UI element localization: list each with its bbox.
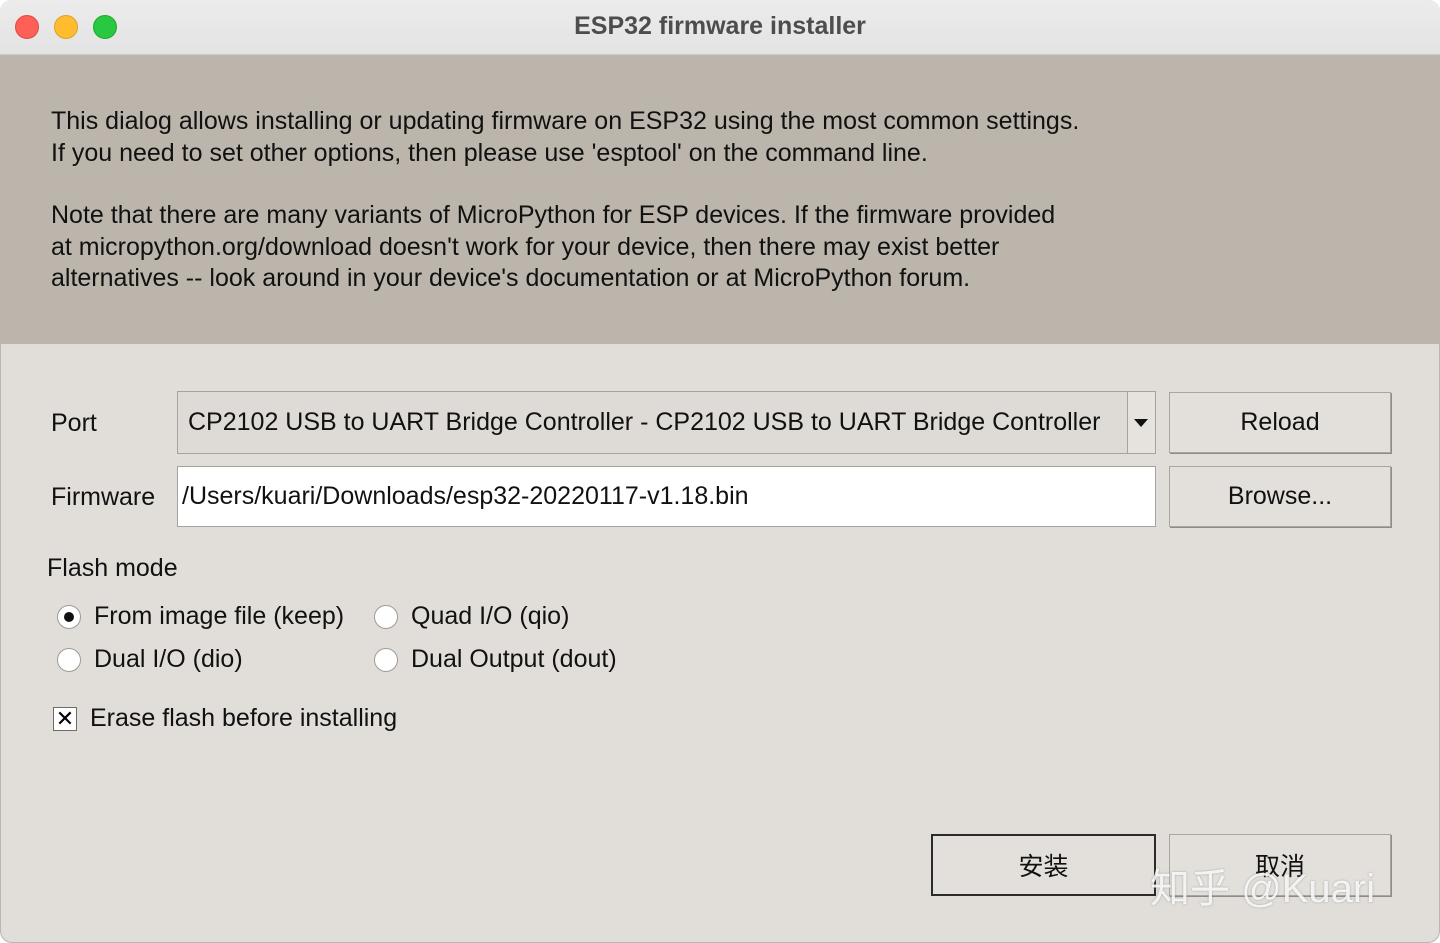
install-button[interactable]: 安装 <box>931 834 1156 896</box>
port-dropdown-toggle[interactable] <box>1127 392 1155 453</box>
flash-mode-label: Flash mode <box>47 554 178 582</box>
port-select[interactable]: CP2102 USB to UART Bridge Controller - C… <box>177 391 1156 454</box>
flash-mode-keep-label[interactable]: From image file (keep) <box>94 602 344 631</box>
window-title: ESP32 firmware installer <box>574 12 866 40</box>
flash-mode-dio-label[interactable]: Dual I/O (dio) <box>94 645 243 674</box>
flash-mode-qio-label[interactable]: Quad I/O (qio) <box>411 602 569 631</box>
chevron-down-icon <box>1134 419 1148 427</box>
port-selected-value: CP2102 USB to UART Bridge Controller - C… <box>188 408 1101 436</box>
intro-panel: This dialog allows installing or updatin… <box>0 55 1440 344</box>
erase-flash-checkbox[interactable]: ✕ <box>53 707 77 731</box>
title-bar[interactable]: ESP32 firmware installer <box>0 0 1440 55</box>
intro-paragraph-1: This dialog allows installing or updatin… <box>51 107 1080 167</box>
erase-flash-label[interactable]: Erase flash before installing <box>90 704 397 733</box>
browse-button[interactable]: Browse... <box>1169 466 1391 527</box>
installer-window: ESP32 firmware installer This dialog all… <box>0 0 1440 943</box>
port-label: Port <box>51 409 97 437</box>
flash-mode-dout-label[interactable]: Dual Output (dout) <box>411 645 617 674</box>
firmware-path-input[interactable]: /Users/kuari/Downloads/esp32-20220117-v1… <box>177 466 1156 527</box>
intro-paragraph-2: Note that there are many variants of Mic… <box>51 201 1056 292</box>
flash-mode-dout-radio[interactable] <box>374 648 398 672</box>
reload-button[interactable]: Reload <box>1169 392 1391 453</box>
watermark-text: 知乎 @Kuari <box>1150 867 1376 911</box>
flash-mode-dio-radio[interactable] <box>57 648 81 672</box>
flash-mode-keep-radio[interactable] <box>57 605 81 629</box>
flash-mode-qio-radio[interactable] <box>374 605 398 629</box>
firmware-label: Firmware <box>51 483 156 511</box>
